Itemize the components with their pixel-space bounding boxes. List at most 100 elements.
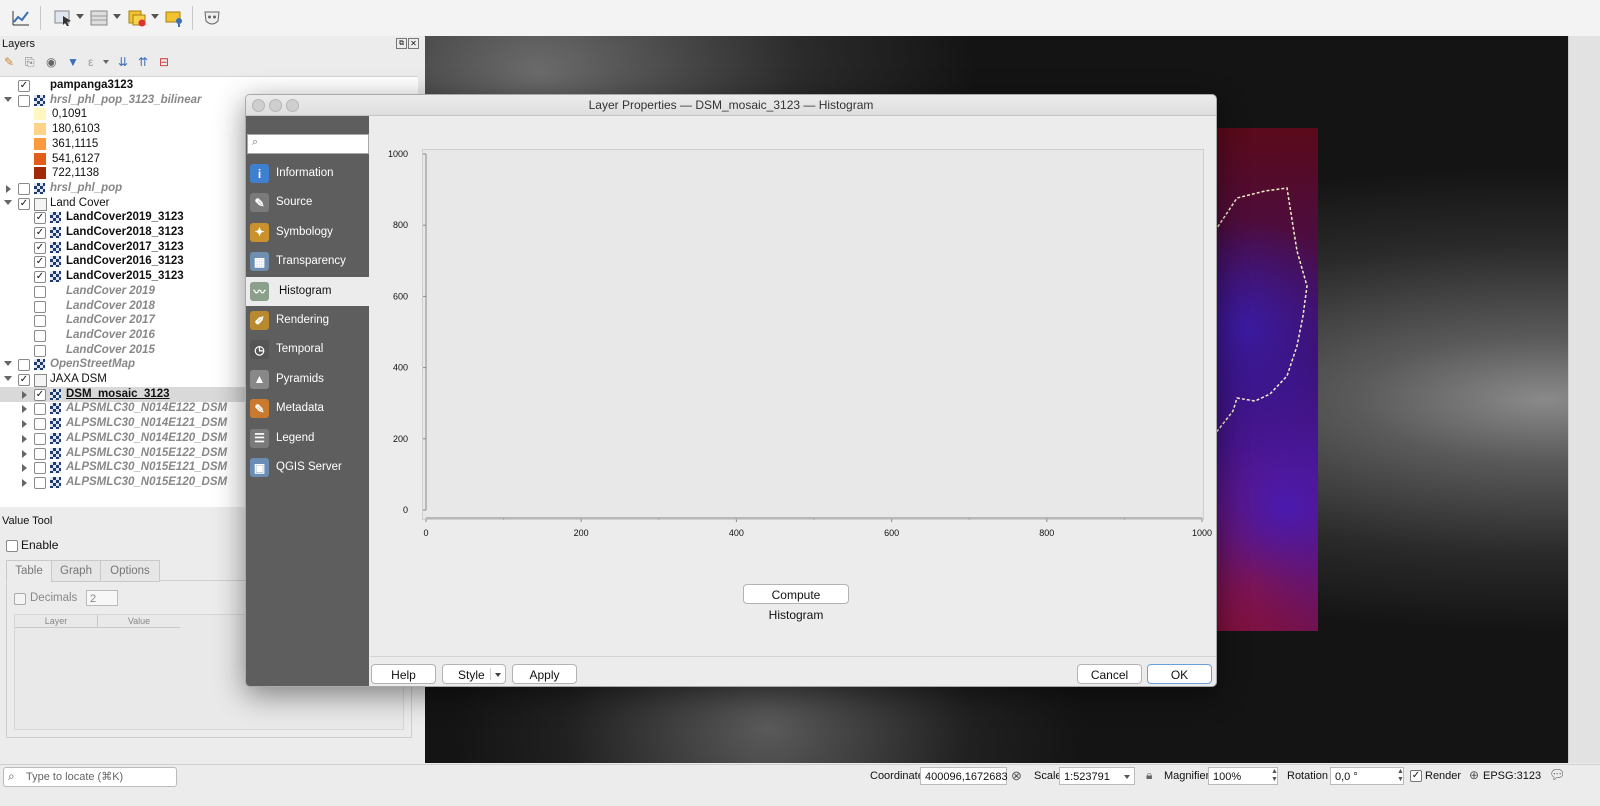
layer-visibility-checkbox[interactable]: ✓: [18, 80, 30, 92]
chevron-down-icon[interactable]: [4, 199, 12, 205]
sidebar-item-transparency[interactable]: ▦ Transparency: [246, 247, 369, 276]
chevron-right-icon[interactable]: [6, 184, 11, 193]
lock-scale-icon[interactable]: 🔒︎: [1146, 768, 1152, 783]
sidebar-search-input[interactable]: ⌕: [247, 134, 369, 154]
window-zoom-button[interactable]: [286, 99, 299, 112]
layer-visibility-checkbox[interactable]: [34, 403, 46, 416]
identify-feature-icon[interactable]: [163, 8, 185, 28]
chevron-down-icon[interactable]: [4, 361, 12, 367]
render-checkbox[interactable]: ✓: [1410, 770, 1422, 782]
tab-table[interactable]: Table: [6, 560, 52, 582]
sidebar-item-information[interactable]: i Information: [246, 159, 369, 188]
layer-visibility-checkbox[interactable]: [34, 418, 46, 431]
close-panel-icon[interactable]: ✕: [408, 38, 419, 49]
window-close-button[interactable]: [252, 99, 265, 112]
attribute-table-icon[interactable]: [88, 8, 110, 28]
column-header-layer[interactable]: Layer: [15, 615, 98, 628]
chevron-down-icon[interactable]: [4, 96, 12, 102]
layer-visibility-checkbox[interactable]: [18, 359, 30, 372]
collapse-all-icon[interactable]: ⇈: [138, 55, 148, 69]
layer-visibility-checkbox[interactable]: [18, 94, 30, 107]
ok-button[interactable]: OK: [1147, 664, 1212, 684]
sidebar-item-symbology[interactable]: ✦ Symbology: [246, 218, 369, 247]
filter-legend-icon[interactable]: ▼: [67, 55, 79, 69]
float-panel-icon[interactable]: ⧉: [396, 38, 407, 49]
raster-layer-icon: [50, 418, 61, 430]
locator-search-input[interactable]: ⌕ Type to locate (⌘K): [3, 767, 177, 787]
sidebar-item-label: QGIS Server: [276, 461, 342, 473]
cancel-button[interactable]: Cancel: [1077, 664, 1142, 684]
sidebar-item-metadata[interactable]: ✎ Metadata: [246, 394, 369, 423]
chevron-right-icon[interactable]: [22, 434, 27, 443]
tab-graph[interactable]: Graph: [51, 560, 101, 582]
plugin-mask-icon[interactable]: [201, 8, 223, 28]
chevron-right-icon[interactable]: [22, 420, 27, 429]
sidebar-item-source[interactable]: ✎ Source: [246, 188, 369, 217]
layer-visibility-checkbox[interactable]: ✓: [34, 388, 46, 401]
tab-options[interactable]: Options: [100, 560, 160, 582]
apply-button[interactable]: Apply: [512, 664, 577, 684]
layer-visibility-checkbox[interactable]: [34, 300, 46, 313]
chevron-down-icon[interactable]: [76, 14, 84, 19]
chevron-right-icon[interactable]: [22, 478, 27, 487]
sidebar-item-histogram[interactable]: 〰 Histogram: [246, 276, 369, 306]
globe-icon[interactable]: ⊕: [1469, 768, 1479, 782]
sidebar-item-temporal[interactable]: ◷ Temporal: [246, 335, 369, 364]
sidebar-item-rendering[interactable]: ✐ Rendering: [246, 306, 369, 335]
profile-chart-icon[interactable]: [10, 8, 32, 28]
chevron-right-icon[interactable]: [22, 449, 27, 458]
layer-visibility-checkbox[interactable]: ✓: [34, 256, 46, 269]
filter-expression-icon[interactable]: ε: [88, 55, 93, 69]
layer-row[interactable]: ✓ pampanga3123: [0, 78, 418, 93]
help-button[interactable]: Help: [371, 664, 436, 684]
layer-visibility-checkbox[interactable]: [34, 476, 46, 489]
layer-visibility-checkbox[interactable]: [34, 285, 46, 298]
style-button[interactable]: Style: [442, 664, 506, 684]
layer-visibility-checkbox[interactable]: ✓: [34, 212, 46, 225]
layer-visibility-checkbox[interactable]: [34, 432, 46, 445]
select-features-icon[interactable]: [52, 8, 74, 28]
expand-all-icon[interactable]: ⇊: [118, 55, 128, 69]
layer-visibility-checkbox[interactable]: ✓: [34, 241, 46, 254]
chevron-down-icon[interactable]: [103, 60, 109, 64]
sidebar-item-pyramids[interactable]: ▲ Pyramids: [246, 365, 369, 394]
remove-layer-icon[interactable]: ⊟: [159, 55, 169, 69]
coordinate-field[interactable]: 400096,1672683: [920, 767, 1008, 785]
chevron-down-icon[interactable]: [113, 14, 121, 19]
crs-button[interactable]: EPSG:3123: [1483, 770, 1541, 782]
layer-visibility-checkbox[interactable]: [34, 462, 46, 475]
rotation-field[interactable]: 0,0 ° ▲ ▼: [1330, 767, 1404, 785]
layer-visibility-checkbox[interactable]: ✓: [18, 374, 30, 386]
magnifier-field[interactable]: 100% ▲ ▼: [1208, 767, 1278, 785]
chevron-down-icon[interactable]: [4, 376, 12, 381]
window-minimize-button[interactable]: [269, 99, 282, 112]
layer-visibility-checkbox[interactable]: ✓: [18, 197, 30, 210]
coordinate-label: Coordinate: [870, 770, 924, 782]
style-manager-icon[interactable]: ✎: [4, 55, 14, 69]
scale-field[interactable]: 1:523791: [1059, 767, 1135, 785]
chevron-right-icon[interactable]: [22, 405, 27, 414]
layer-visibility-checkbox[interactable]: ✓: [34, 227, 46, 239]
layer-label: ALPSMLC30_N015E120_DSM: [66, 475, 228, 488]
layer-visibility-checkbox[interactable]: ✓: [34, 271, 46, 284]
chevron-down-icon[interactable]: [151, 14, 159, 19]
chevron-right-icon[interactable]: [22, 464, 27, 473]
layer-visibility-checkbox[interactable]: [34, 344, 46, 357]
layer-visibility-checkbox[interactable]: [34, 315, 46, 328]
layer-visibility-checkbox[interactable]: [34, 447, 46, 460]
decimals-checkbox[interactable]: [14, 593, 26, 605]
compute-histogram-button[interactable]: Compute Histogram: [743, 584, 849, 622]
sidebar-item-legend[interactable]: ☰ Legend: [246, 424, 369, 453]
toggle-extents-icon[interactable]: ⊗: [1011, 768, 1022, 784]
manage-visibility-icon[interactable]: ◉: [46, 55, 56, 69]
remove-layer-icon[interactable]: [126, 8, 148, 28]
sidebar-item-qgis-server[interactable]: ▣ QGIS Server: [246, 453, 369, 482]
layer-visibility-checkbox[interactable]: [18, 182, 30, 195]
enable-checkbox[interactable]: [6, 540, 18, 552]
layer-visibility-checkbox[interactable]: [34, 329, 46, 342]
decimals-spinbox[interactable]: 2: [86, 590, 118, 606]
messages-icon[interactable]: 💬︎: [1549, 767, 1566, 783]
column-header-value[interactable]: Value: [98, 615, 180, 628]
add-group-icon[interactable]: ⎘: [25, 55, 35, 70]
chevron-right-icon[interactable]: [22, 390, 27, 399]
